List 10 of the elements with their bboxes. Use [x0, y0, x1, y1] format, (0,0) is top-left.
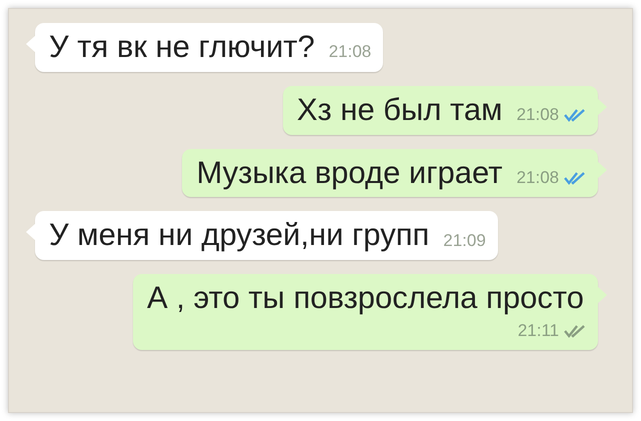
message-time: 21:08	[516, 166, 559, 189]
message-text: Музыка вроде играет	[196, 154, 502, 192]
message-time: 21:09	[443, 230, 486, 252]
message-time: 21:08	[328, 41, 372, 64]
message-text: У тя вк не глючит?	[49, 28, 315, 66]
message-text: А , это ты повзрослела просто	[147, 279, 584, 317]
message-text: Хз не был там	[296, 90, 502, 129]
message-time: 21:11	[518, 320, 559, 342]
message-time: 21:08	[516, 104, 559, 126]
message-text: У меня ни друзей,ни групп	[49, 216, 430, 254]
